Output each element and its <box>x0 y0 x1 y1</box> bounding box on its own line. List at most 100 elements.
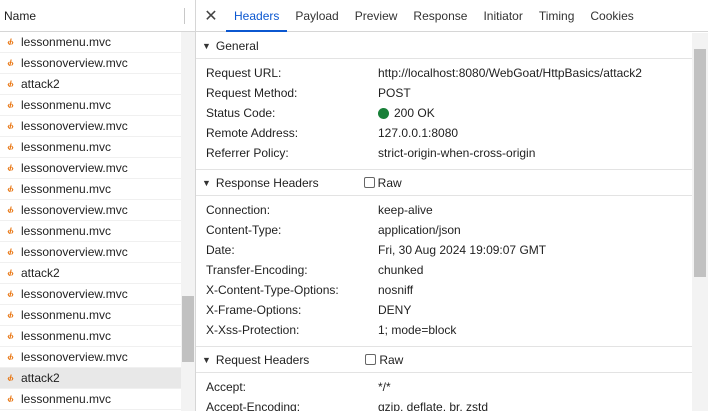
request-row[interactable]: ‹/› lessonmenu.mvc <box>0 326 181 347</box>
request-name: lessonoverview.mvc <box>21 203 128 217</box>
header-value: Fri, 30 Aug 2024 19:09:07 GMT <box>378 243 547 257</box>
header-key: Accept: <box>206 380 247 394</box>
headers-content: ▼ General Request URL: http://localhost:8… <box>196 33 692 411</box>
header-value: keep-alive <box>378 203 433 217</box>
header-key: Status Code: <box>206 106 276 120</box>
request-row[interactable]: ‹/› lessonmenu.mvc <box>0 137 181 158</box>
header-value: 1; mode=block <box>378 323 457 337</box>
file-code-icon: ‹/› <box>7 121 14 131</box>
tab-preview[interactable]: Preview <box>347 0 406 31</box>
request-row[interactable]: ‹/› lessonmenu.mvc <box>0 32 181 53</box>
request-row[interactable]: ‹/› lessonmenu.mvc <box>0 221 181 242</box>
raw-label: Raw <box>377 175 402 190</box>
details-scrollbar[interactable] <box>692 33 708 411</box>
status-ok-icon <box>378 107 389 119</box>
file-code-icon: ‹/› <box>7 163 14 173</box>
request-headers-body: Accept: */* Accept-Encoding: gzip, deflate,… <box>196 373 692 411</box>
request-name: attack2 <box>21 77 60 91</box>
header-row: Referrer Policy: strict-origin-when-cross… <box>196 143 692 163</box>
collapse-triangle-icon: ▼ <box>202 40 211 51</box>
tab-payload[interactable]: Payload <box>287 0 346 31</box>
request-row[interactable]: ‹/› lessonoverview.mvc <box>0 53 181 74</box>
request-list: ‹/› lessonmenu.mvc ‹/› lessonoverview.mvc ‹/… <box>0 32 181 410</box>
file-code-icon: ‹/› <box>7 289 14 299</box>
request-raw-toggle[interactable]: Raw <box>365 353 403 367</box>
tab-headers[interactable]: Headers <box>226 0 288 32</box>
request-list-panel: Name ‹/› lessonmenu.mvc ‹/› lessonoverview.… <box>0 0 196 411</box>
header-row: Remote Address: 127.0.0.1:8080 <box>196 123 692 143</box>
general-section-body: Request URL: http://localhost:8080/WebGoa… <box>196 59 692 170</box>
file-code-icon: ‹/› <box>7 310 14 320</box>
raw-checkbox[interactable] <box>365 354 377 365</box>
request-row[interactable]: ‹/› attack2 <box>0 368 181 389</box>
file-code-icon: ‹/› <box>7 142 14 152</box>
header-row: Connection: keep-alive <box>196 200 692 220</box>
response-headers-body: Connection: keep-alive Content-Type: applic… <box>196 196 692 347</box>
tab-initiator[interactable]: Initiator <box>475 0 530 31</box>
details-tabbar: ✕ Headers Payload Preview Response Initiator… <box>196 0 708 32</box>
header-value: chunked <box>378 263 424 277</box>
request-row[interactable]: ‹/› lessonoverview.mvc <box>0 200 181 221</box>
header-row: Accept-Encoding: gzip, deflate, br, zstd <box>196 397 692 411</box>
header-row: Date: Fri, 30 Aug 2024 19:09:07 GMT <box>196 240 692 260</box>
request-row[interactable]: ‹/› lessonmenu.mvc <box>0 305 181 326</box>
request-row[interactable]: ‹/› attack2 <box>0 74 181 95</box>
header-value: application/json <box>378 223 461 237</box>
file-code-icon: ‹/› <box>7 205 14 215</box>
request-row[interactable]: ‹/› lessonmenu.mvc <box>0 389 181 410</box>
request-row[interactable]: ‹/› lessonoverview.mvc <box>0 284 181 305</box>
file-code-icon: ‹/› <box>7 37 14 47</box>
header-value: 200 OK <box>378 106 435 120</box>
tab-response[interactable]: Response <box>405 0 475 31</box>
header-value: POST <box>378 86 411 100</box>
request-row[interactable]: ‹/› lessonoverview.mvc <box>0 158 181 179</box>
name-column-header[interactable]: Name <box>0 0 195 32</box>
details-scroll-thumb[interactable] <box>694 49 706 277</box>
header-value: gzip, deflate, br, zstd <box>378 400 489 411</box>
collapse-triangle-icon: ▼ <box>202 177 211 188</box>
request-headers-section-header[interactable]: ▼ Request Headers Raw <box>196 347 692 373</box>
general-section-header[interactable]: ▼ General <box>196 33 692 59</box>
request-name: lessonmenu.mvc <box>21 35 112 49</box>
request-headers-title: Request Headers <box>215 352 310 367</box>
header-key: Connection: <box>206 203 271 217</box>
header-key: Request Method: <box>206 86 298 100</box>
request-row[interactable]: ‹/› lessonoverview.mvc <box>0 347 181 368</box>
header-row: Request Method: POST <box>196 83 692 103</box>
header-key: X-Xss-Protection: <box>206 323 300 337</box>
request-row[interactable]: ‹/› lessonoverview.mvc <box>0 242 181 263</box>
response-headers-section-header[interactable]: ▼ Response Headers Raw <box>196 170 692 196</box>
request-name: lessonmenu.mvc <box>21 98 112 112</box>
response-raw-toggle[interactable]: Raw <box>363 175 402 190</box>
file-code-icon: ‹/› <box>7 247 14 257</box>
header-value: */* <box>378 380 391 394</box>
request-row[interactable]: ‹/› lessonmenu.mvc <box>0 179 181 200</box>
request-name: lessonoverview.mvc <box>21 119 128 133</box>
header-key: Referrer Policy: <box>206 146 289 160</box>
request-name: lessonoverview.mvc <box>21 161 128 175</box>
request-row[interactable]: ‹/› lessonmenu.mvc <box>0 95 181 116</box>
file-code-icon: ‹/› <box>7 79 14 89</box>
header-key: Content-Type: <box>206 223 282 237</box>
file-code-icon: ‹/› <box>7 100 14 110</box>
request-name: lessonmenu.mvc <box>21 329 112 343</box>
request-row[interactable]: ‹/› attack2 <box>0 263 181 284</box>
general-section-title: General <box>215 38 259 53</box>
tab-cookies[interactable]: Cookies <box>582 0 641 31</box>
raw-checkbox[interactable] <box>363 177 375 188</box>
column-divider <box>184 8 185 24</box>
name-column-label: Name <box>4 8 37 23</box>
request-list-scroll-thumb[interactable] <box>182 296 194 362</box>
tab-timing[interactable]: Timing <box>531 0 583 31</box>
request-name: attack2 <box>21 371 60 385</box>
header-row: X-Frame-Options: DENY <box>196 300 692 320</box>
request-row[interactable]: ‹/› lessonoverview.mvc <box>0 116 181 137</box>
request-name: lessonmenu.mvc <box>21 308 112 322</box>
request-name: lessonoverview.mvc <box>21 350 128 364</box>
file-code-icon: ‹/› <box>7 268 14 278</box>
request-list-scrollbar[interactable] <box>181 32 195 411</box>
header-row: Accept: */* <box>196 377 692 397</box>
collapse-triangle-icon: ▼ <box>202 354 211 365</box>
close-icon[interactable]: ✕ <box>196 0 226 31</box>
status-text: 200 OK <box>394 106 435 120</box>
